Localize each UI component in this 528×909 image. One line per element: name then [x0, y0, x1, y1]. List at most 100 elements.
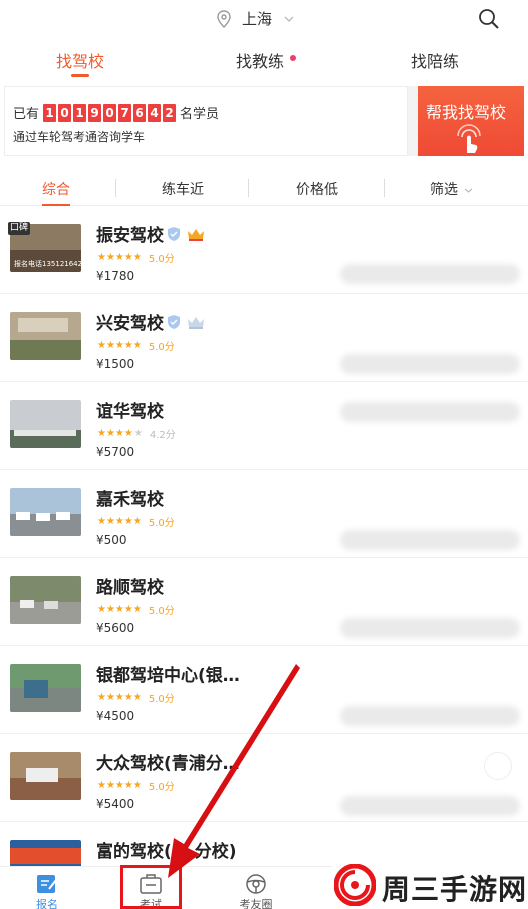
location-pin-icon	[217, 9, 231, 28]
school-name: 银都驾培中心(银…	[96, 666, 240, 686]
star-rating: ★★★★★ 5.0分	[97, 516, 175, 529]
tap-finger-icon	[457, 124, 481, 153]
count-digit: 9	[88, 103, 102, 122]
count-digit: 4	[148, 103, 162, 122]
school-thumbnail	[10, 576, 81, 624]
school-item[interactable]: 路顺驾校 ★★★★★ 5.0分 ¥5600	[0, 558, 528, 646]
school-name: 谊华驾校	[96, 402, 164, 422]
school-item[interactable]: 嘉禾驾校 ★★★★★ 5.0分 ¥500	[0, 470, 528, 558]
school-price: ¥5700	[96, 445, 135, 459]
filter-overall[interactable]: 综合	[42, 179, 70, 199]
student-count-line: 已有 1 0 1 9 0 7 6 4 2 名学员	[13, 103, 219, 122]
filter-screen-label: 筛选	[430, 182, 458, 198]
school-score: 4.2分	[149, 430, 176, 441]
school-item[interactable]: 兴安驾校 ★★★★★ 5.0分 ¥1500	[0, 294, 528, 382]
steering-wheel-icon	[246, 874, 266, 894]
school-name: 嘉禾驾校	[96, 490, 164, 510]
city-selector[interactable]: 上海	[216, 8, 294, 29]
watermark-text: 周三手游网	[382, 873, 528, 906]
verified-shield-icon	[168, 227, 180, 241]
tab-find-school[interactable]: 找驾校	[56, 48, 104, 72]
school-thumbnail	[10, 400, 81, 448]
nav-community[interactable]: 考友圈	[221, 867, 291, 909]
school-thumbnail	[10, 312, 81, 360]
filter-screen[interactable]: 筛选	[430, 179, 473, 199]
count-digit: 6	[133, 103, 147, 122]
count-digit: 0	[58, 103, 72, 122]
school-price: ¥4500	[96, 709, 135, 723]
search-icon[interactable]	[478, 8, 500, 30]
blurred-info	[340, 264, 520, 284]
star-rating: ★★★★★ 5.0分	[97, 604, 175, 617]
school-score: 5.0分	[148, 606, 175, 617]
blurred-info	[340, 530, 520, 550]
school-price: ¥5600	[96, 621, 135, 635]
help-button-label: 帮我找驾校	[426, 103, 507, 122]
filter-nearest[interactable]: 练车近	[162, 179, 204, 199]
filter-divider	[248, 179, 249, 197]
school-score: 5.0分	[148, 782, 175, 793]
filter-lowest-price[interactable]: 价格低	[296, 179, 338, 199]
count-digit: 2	[163, 103, 177, 122]
school-score: 5.0分	[148, 694, 175, 705]
blurred-info	[340, 618, 520, 638]
star-rating: ★★★★★ 5.0分	[97, 692, 175, 705]
student-count-box: 已有 1 0 1 9 0 7 6 4 2 名学员 通过车轮驾考通咨询学车	[4, 86, 408, 156]
school-name: 路顺驾校	[96, 578, 164, 598]
filter-divider	[115, 179, 116, 197]
blurred-info	[340, 354, 520, 374]
school-price: ¥1500	[96, 357, 135, 371]
signup-doc-icon	[37, 875, 57, 893]
gold-crown-icon	[188, 229, 204, 241]
star-rating: ★★★★★ 5.0分	[97, 252, 175, 265]
school-score: 5.0分	[148, 518, 175, 529]
school-item[interactable]: 银都驾培中心(银… ★★★★★ 5.0分 ¥4500	[0, 646, 528, 734]
school-item[interactable]: 谊华驾校 ★★★★ ★ 4.2分 ¥5700	[0, 382, 528, 470]
count-digit: 1	[43, 103, 57, 122]
svg-text:报名电话13512164241: 报名电话13512164241	[14, 259, 81, 268]
nav-label: 考友圈	[239, 898, 273, 909]
school-price: ¥5400	[96, 797, 135, 811]
school-name: 振安驾校	[96, 226, 164, 246]
count-suffix: 名学员	[180, 107, 220, 122]
school-name: 大众驾校(青浦分…	[96, 754, 240, 774]
chevron-down-icon	[284, 16, 294, 22]
main-tabs: 找驾校 找教练 找陪练	[0, 42, 528, 78]
school-thumbnail	[10, 752, 81, 800]
nav-signup[interactable]: 报名	[12, 867, 82, 909]
school-price: ¥1780	[96, 269, 135, 283]
school-thumbnail	[10, 664, 81, 712]
star-rating: ★★★★★ 5.0分	[97, 780, 175, 793]
blurred-info	[340, 796, 520, 816]
tab-find-coach[interactable]: 找教练	[236, 48, 284, 72]
count-digit: 1	[73, 103, 87, 122]
reputation-badge: 口碑	[8, 222, 30, 235]
help-find-school-button[interactable]: 帮我找驾校	[418, 86, 524, 156]
count-prefix: 已有	[13, 107, 40, 122]
active-tab-indicator	[71, 74, 89, 77]
school-item[interactable]: 大众驾校(青浦分… ★★★★★ 5.0分 ¥5400	[0, 734, 528, 822]
top-bar: 上海	[0, 0, 528, 38]
city-label: 上海	[242, 10, 273, 28]
count-digit: 0	[103, 103, 117, 122]
highlight-annotation-box	[120, 865, 182, 909]
filter-divider	[384, 179, 385, 197]
blurred-info	[340, 706, 520, 726]
blurred-info	[340, 402, 520, 422]
floating-helper-icon[interactable]	[484, 752, 512, 780]
site-logo	[334, 864, 376, 906]
star-rating: ★★★★★ 5.0分	[97, 340, 175, 353]
school-score: 5.0分	[148, 342, 175, 353]
school-price: ¥500	[96, 533, 127, 547]
chevron-down-icon	[465, 188, 473, 193]
school-item[interactable]: 报名电话13512164241 口碑 振安驾校 ★★★★★5.0分 ¥1780	[0, 206, 528, 294]
school-score: 5.0分	[148, 254, 175, 265]
count-digit: 7	[118, 103, 132, 122]
site-watermark: 周三手游网	[332, 862, 528, 909]
tab-find-practice[interactable]: 找陪练	[411, 48, 459, 72]
school-thumbnail	[10, 488, 81, 536]
star-rating: ★★★★ ★ 4.2分	[97, 428, 176, 441]
notification-dot	[290, 55, 296, 61]
banner-subtitle: 通过车轮驾考通咨询学车	[13, 130, 146, 144]
promo-banner: 已有 1 0 1 9 0 7 6 4 2 名学员 通过车轮驾考通咨询学车 帮我找…	[4, 86, 524, 156]
